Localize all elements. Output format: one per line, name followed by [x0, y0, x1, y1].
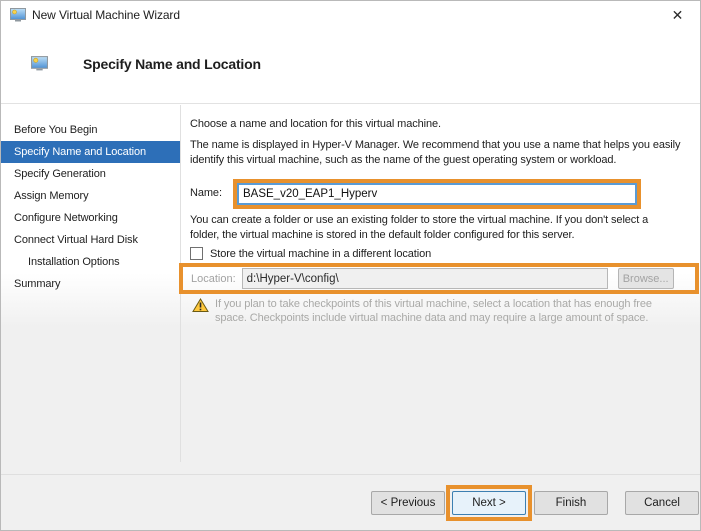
title-bar: New Virtual Machine Wizard ✕	[1, 1, 700, 29]
location-input[interactable]	[242, 268, 608, 289]
name-input[interactable]	[237, 183, 637, 205]
sidebar-item-connect-virtual-hard-disk[interactable]: Connect Virtual Hard Disk	[1, 229, 180, 251]
sidebar-item-before-you-begin[interactable]: Before You Begin	[1, 119, 180, 141]
name-label: Name:	[190, 187, 222, 199]
cancel-button[interactable]: Cancel	[625, 491, 699, 515]
wizard-body: Before You Begin Specify Name and Locati…	[1, 105, 700, 474]
warning-icon	[192, 298, 209, 318]
checkpoint-warning-text: If you plan to take checkpoints of this …	[215, 297, 652, 325]
next-button[interactable]: Next >	[452, 491, 526, 515]
different-location-checkbox[interactable]	[190, 247, 203, 260]
sidebar-item-specify-generation[interactable]: Specify Generation	[1, 163, 180, 185]
name-help-text: The name is displayed in Hyper-V Manager…	[190, 138, 680, 168]
sidebar-item-installation-options[interactable]: Installation Options	[1, 251, 180, 273]
wizard-app-icon	[10, 8, 26, 27]
name-help-line1: The name is displayed in Hyper-V Manager…	[190, 138, 680, 153]
name-help-line2: identify this virtual machine, such as t…	[190, 153, 680, 168]
browse-button[interactable]: Browse...	[618, 268, 674, 289]
sidebar-item-configure-networking[interactable]: Configure Networking	[1, 207, 180, 229]
location-label: Location:	[191, 273, 236, 285]
folder-help-text: You can create a folder or use an existi…	[190, 213, 648, 243]
wizard-page-icon	[31, 56, 48, 76]
new-vm-wizard-dialog: New Virtual Machine Wizard ✕ Specify Nam…	[0, 0, 701, 531]
wizard-steps-sidebar: Before You Begin Specify Name and Locati…	[1, 105, 181, 462]
window-title: New Virtual Machine Wizard	[32, 8, 180, 22]
warning-line1: If you plan to take checkpoints of this …	[215, 297, 652, 311]
different-location-checkbox-label: Store the virtual machine in a different…	[210, 248, 431, 260]
annotation-highlight-location: Location: Browse...	[179, 263, 699, 294]
sidebar-item-summary[interactable]: Summary	[1, 273, 180, 295]
wizard-footer: < Previous Next > Finish Cancel	[1, 474, 700, 530]
warning-line2: space. Checkpoints include virtual machi…	[215, 311, 652, 325]
wizard-content: Choose a name and location for this virt…	[182, 105, 701, 474]
finish-button[interactable]: Finish	[534, 491, 608, 515]
wizard-header: Specify Name and Location	[1, 29, 700, 104]
annotation-highlight-next: Next >	[446, 485, 532, 521]
close-icon: ✕	[672, 7, 684, 24]
different-location-checkbox-row: Store the virtual machine in a different…	[190, 247, 431, 260]
folder-help-line1: You can create a folder or use an existi…	[190, 213, 648, 228]
sidebar-item-assign-memory[interactable]: Assign Memory	[1, 185, 180, 207]
previous-button[interactable]: < Previous	[371, 491, 445, 515]
close-button[interactable]: ✕	[655, 1, 700, 29]
page-title: Specify Name and Location	[83, 56, 261, 72]
folder-help-line2: folder, the virtual machine is stored in…	[190, 228, 648, 243]
sidebar-item-specify-name-and-location[interactable]: Specify Name and Location	[1, 141, 180, 163]
intro-text: Choose a name and location for this virt…	[190, 117, 441, 132]
annotation-highlight-name	[233, 179, 641, 209]
